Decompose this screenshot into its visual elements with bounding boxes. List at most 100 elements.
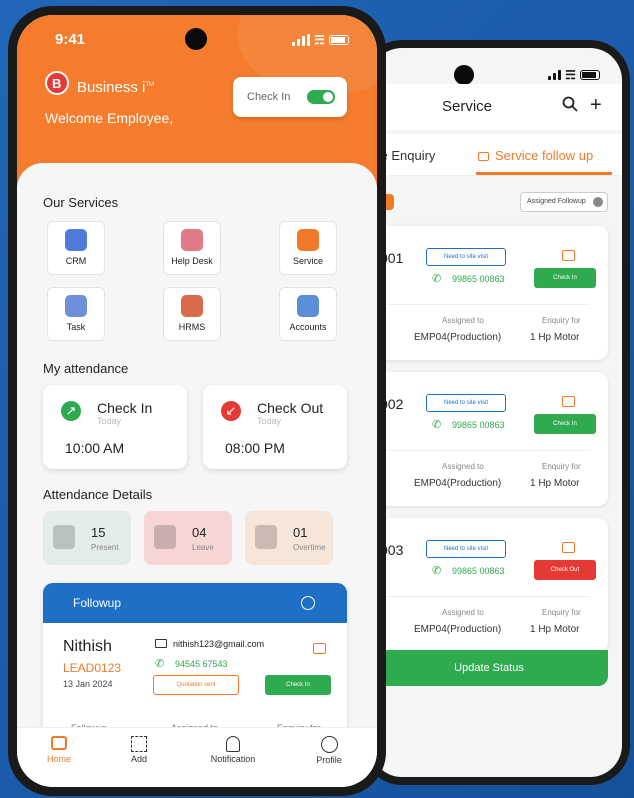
card-phone: 99865 00863 bbox=[452, 274, 505, 284]
col-enquiry-label: Enquiry for bbox=[542, 608, 581, 617]
add-icon[interactable]: + bbox=[590, 94, 602, 117]
nav-home-label: Home bbox=[46, 754, 71, 764]
wifi-icon: ☴ bbox=[565, 68, 576, 82]
checkin-card-sub: Today bbox=[97, 416, 122, 426]
lead-id: LEAD0123 bbox=[63, 661, 122, 675]
phone-icon: ✆ bbox=[432, 419, 442, 431]
service-card[interactable]: 001 4 Need to site visit ✆ 99865 00863 C… bbox=[370, 226, 608, 360]
status-icons: ☴ bbox=[547, 66, 600, 83]
service-accounts[interactable]: Accounts bbox=[279, 287, 337, 341]
detail-label: Overtime bbox=[293, 543, 326, 552]
info-icon[interactable] bbox=[301, 596, 315, 610]
chat-icon[interactable] bbox=[313, 643, 326, 654]
service-card[interactable]: 002 4 Need to site visit ✆ 99865 00863 C… bbox=[370, 372, 608, 506]
update-status-button[interactable]: Update Status bbox=[370, 650, 608, 686]
service-label: Help Desk bbox=[171, 256, 213, 266]
detail-label: Leave bbox=[192, 543, 214, 552]
battery-icon bbox=[580, 70, 600, 81]
brand-name: Business iTM bbox=[77, 79, 154, 96]
quotation-badge: Quotation sent bbox=[153, 675, 239, 695]
checkin-card[interactable]: ↗ Check In Today 10:00 AM bbox=[43, 385, 187, 469]
service-label: HRMS bbox=[178, 322, 206, 332]
nav-add[interactable]: Add bbox=[119, 736, 159, 764]
detail-overtime[interactable]: 01 Overtime bbox=[245, 511, 333, 565]
lead-phone: 94545 67543 bbox=[175, 659, 228, 669]
detail-present[interactable]: 15 Present bbox=[43, 511, 131, 565]
phone-icon: ✆ bbox=[432, 273, 442, 285]
tab-service-followup[interactable]: Service follow up bbox=[478, 148, 593, 163]
service-hrms[interactable]: HRMS bbox=[163, 287, 221, 341]
service-service[interactable]: Service bbox=[279, 221, 337, 275]
page-title: Service bbox=[442, 98, 493, 115]
home-icon bbox=[51, 736, 67, 750]
enquiry-value: 1 Hp Motor bbox=[530, 332, 580, 343]
tab-service-followup-label: Service follow up bbox=[495, 148, 594, 163]
followup-checkin-button[interactable]: Check In bbox=[265, 675, 331, 695]
nav-profile[interactable]: Profile bbox=[309, 736, 349, 765]
checkin-toggle-card[interactable]: Check In bbox=[233, 77, 347, 117]
site-visit-label: Need to site visit bbox=[443, 254, 489, 260]
tab-indicator bbox=[476, 172, 612, 175]
phone-icon: ✆ bbox=[432, 565, 442, 577]
card-phone: 99865 00863 bbox=[452, 420, 505, 430]
assigned-value: EMP04(Production) bbox=[414, 478, 502, 489]
detail-leave[interactable]: 04 Leave bbox=[144, 511, 232, 565]
card-button-label: Check In bbox=[553, 421, 577, 427]
col-assigned-label: Assigned to bbox=[442, 316, 484, 325]
col-enquiry-label: Enquiry for bbox=[542, 316, 581, 325]
attendance-title: My attendance bbox=[43, 361, 129, 376]
assigned-followup-button[interactable]: Assigned Followup bbox=[520, 192, 608, 212]
tab-bar: ce Enquiry Service follow up bbox=[370, 134, 622, 176]
site-visit-tag: Need to site visit bbox=[426, 394, 506, 412]
leave-icon bbox=[154, 525, 176, 549]
service-label: Accounts bbox=[289, 322, 327, 332]
nav-notification-label: Notification bbox=[210, 754, 256, 764]
checkout-card-sub: Today bbox=[257, 416, 282, 426]
chat-icon[interactable] bbox=[562, 542, 575, 553]
service-task[interactable]: Task bbox=[47, 287, 105, 341]
nav-home[interactable]: Home bbox=[39, 736, 79, 764]
back-screen: ☴ Service + ce Enquiry Service follow up… bbox=[370, 48, 622, 777]
present-icon bbox=[53, 525, 75, 549]
detail-label: Present bbox=[91, 543, 119, 552]
bottom-nav: Home Add Notification Profile bbox=[17, 727, 377, 787]
lead-name: Nithish bbox=[63, 638, 112, 655]
brand-logo: B bbox=[45, 71, 69, 95]
nav-notification[interactable]: Notification bbox=[203, 736, 263, 764]
overtime-icon bbox=[255, 525, 277, 549]
accounts-icon bbox=[297, 295, 319, 317]
assigned-value: EMP04(Production) bbox=[414, 332, 502, 343]
assigned-value: EMP04(Production) bbox=[414, 624, 502, 635]
service-help-desk[interactable]: Help Desk bbox=[163, 221, 221, 275]
nav-profile-label: Profile bbox=[316, 755, 342, 765]
welcome-text: Welcome Employee, bbox=[45, 110, 174, 126]
checkout-card[interactable]: ↙ Check Out Today 08:00 PM bbox=[203, 385, 347, 469]
card-checkin-button[interactable]: Check In bbox=[534, 414, 596, 434]
checkin-switch[interactable] bbox=[307, 90, 335, 104]
card-button-label: Check In bbox=[553, 275, 577, 281]
services-title: Our Services bbox=[43, 195, 119, 210]
followup-checkin-label: Check In bbox=[286, 682, 310, 688]
chat-icon[interactable] bbox=[562, 396, 575, 407]
lead-date: 13 Jan 2024 bbox=[63, 679, 113, 689]
wifi-icon: ☴ bbox=[314, 33, 325, 47]
service-card[interactable]: 003 4 Need to site visit ✆ 99865 00863 C… bbox=[370, 518, 608, 652]
hrms-icon bbox=[181, 295, 203, 317]
trademark: TM bbox=[145, 82, 155, 88]
bell-icon bbox=[226, 736, 240, 752]
search-icon[interactable] bbox=[562, 96, 578, 112]
service-icon bbox=[297, 229, 319, 251]
card-checkout-button[interactable]: Check Out bbox=[534, 560, 596, 580]
checkin-toggle-label: Check In bbox=[247, 91, 291, 103]
card-divider bbox=[370, 596, 590, 597]
site-visit-tag: Need to site visit bbox=[426, 540, 506, 558]
chat-icon[interactable] bbox=[562, 250, 575, 261]
camera bbox=[185, 28, 207, 50]
profile-icon bbox=[320, 736, 338, 753]
card-checkin-button[interactable]: Check In bbox=[534, 268, 596, 288]
brand-text: Business i bbox=[77, 79, 146, 96]
service-crm[interactable]: CRM bbox=[47, 221, 105, 275]
site-visit-tag: Need to site visit bbox=[426, 248, 506, 266]
arrow-down-left-icon: ↙ bbox=[221, 401, 241, 421]
checkin-card-label: Check In bbox=[97, 400, 153, 416]
